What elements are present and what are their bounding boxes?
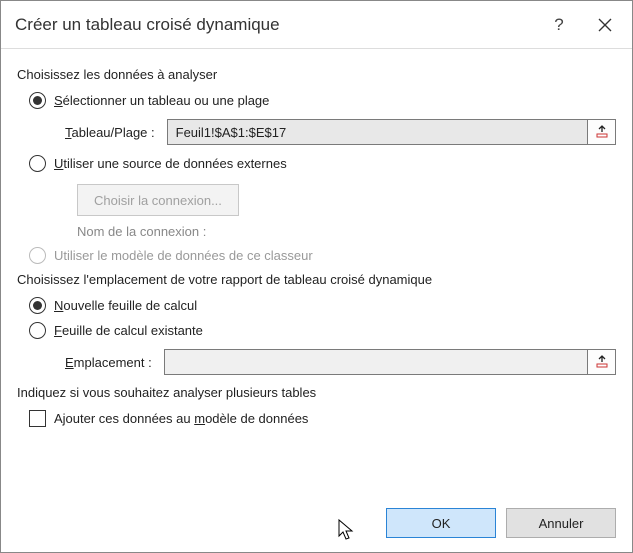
option-data-model: Utiliser le modèle de données de ce clas…	[29, 247, 616, 264]
cursor-icon	[337, 518, 357, 542]
section-multiple-tables-title: Indiquez si vous souhaitez analyser plus…	[17, 385, 616, 400]
location-label: Emplacement :	[65, 355, 152, 370]
section-placement-title: Choisissez l'emplacement de votre rappor…	[17, 272, 616, 287]
location-row: Emplacement :	[65, 349, 616, 375]
radio-icon	[29, 297, 46, 314]
connection-name-label: Nom de la connexion :	[77, 224, 616, 239]
option-external-source[interactable]: Utiliser une source de données externes	[29, 155, 616, 172]
option-label: Ajouter ces données au modèle de données	[54, 411, 308, 426]
dialog-title: Créer un tableau croisé dynamique	[15, 15, 536, 35]
section-data-source-title: Choisissez les données à analyser	[17, 67, 616, 82]
radio-icon	[29, 155, 46, 172]
radio-icon	[29, 247, 46, 264]
collapse-dialog-button[interactable]	[588, 119, 616, 145]
close-icon	[598, 18, 612, 32]
help-button[interactable]: ?	[536, 2, 582, 48]
radio-icon	[29, 322, 46, 339]
option-label: Utiliser une source de données externes	[54, 156, 287, 171]
option-label: Utiliser le modèle de données de ce clas…	[54, 248, 313, 263]
option-select-table-range[interactable]: Sélectionner un tableau ou une plage	[29, 92, 616, 109]
choose-connection-button: Choisir la connexion...	[77, 184, 239, 216]
dialog-content: Choisissez les données à analyser Sélect…	[1, 49, 632, 498]
option-add-to-data-model[interactable]: Ajouter ces données au modèle de données	[29, 410, 616, 427]
radio-icon	[29, 92, 46, 109]
option-label: Sélectionner un tableau ou une plage	[54, 93, 269, 108]
dialog-footer: OK Annuler	[1, 498, 632, 552]
checkbox-icon	[29, 410, 46, 427]
option-label: Nouvelle feuille de calcul	[54, 298, 197, 313]
close-button[interactable]	[582, 2, 628, 48]
collapse-icon	[595, 125, 609, 139]
pivot-dialog: Créer un tableau croisé dynamique ? Choi…	[0, 0, 633, 553]
collapse-dialog-button[interactable]	[588, 349, 616, 375]
option-existing-worksheet[interactable]: Feuille de calcul existante	[29, 322, 616, 339]
table-range-label: Tableau/Plage :	[65, 125, 155, 140]
titlebar: Créer un tableau croisé dynamique ?	[1, 1, 632, 49]
cancel-button[interactable]: Annuler	[506, 508, 616, 538]
table-range-row: Tableau/Plage : Feuil1!$A$1:$E$17	[65, 119, 616, 145]
table-range-input[interactable]: Feuil1!$A$1:$E$17	[167, 119, 588, 145]
choose-connection-row: Choisir la connexion...	[77, 184, 616, 216]
option-label: Feuille de calcul existante	[54, 323, 203, 338]
ok-button[interactable]: OK	[386, 508, 496, 538]
option-new-worksheet[interactable]: Nouvelle feuille de calcul	[29, 297, 616, 314]
collapse-icon	[595, 355, 609, 369]
location-input[interactable]	[164, 349, 588, 375]
